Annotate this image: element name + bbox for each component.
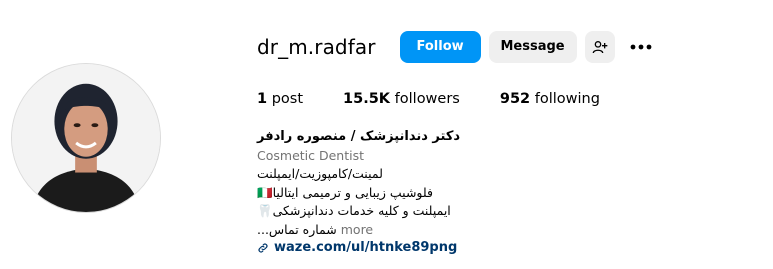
profile-stats: 1 post 15.5K followers 952 following — [257, 91, 640, 107]
bio-link-text: waze.com/ul/htnke89png — [274, 240, 458, 255]
avatar-photo — [12, 64, 160, 212]
similar-accounts-button[interactable] — [584, 30, 615, 63]
person-add-icon — [592, 40, 607, 53]
bio-line-3: ایمپلنت و کلیه خدمات دندانپزشکی🦷 — [257, 203, 451, 218]
following-count: 952 — [499, 91, 531, 107]
bio-line-4-row: شماره تماس... more — [257, 221, 557, 240]
followers-stat[interactable]: 15.5K followers — [343, 91, 460, 107]
profile-bio: دکتر دندانپزشک / منصوره رادفر Cosmetic D… — [257, 128, 557, 258]
three-dots-icon — [630, 44, 651, 49]
profile-header-row: dr_m.radfar Follow Message — [257, 30, 657, 63]
more-link[interactable]: more — [337, 222, 373, 237]
follow-button[interactable]: Follow — [399, 30, 481, 63]
category-label: Cosmetic Dentist — [257, 147, 365, 163]
profile-avatar[interactable] — [11, 63, 161, 213]
following-stat[interactable]: 952 following — [500, 91, 600, 107]
bio-line-1: لمینت/کامپوزیت/ایمپلنت — [257, 166, 383, 181]
bio-link[interactable]: waze.com/ul/htnke89png — [257, 239, 557, 258]
chain-link-icon — [258, 243, 268, 253]
followers-count: 15.5K — [343, 91, 391, 107]
followers-label: followers — [394, 91, 460, 107]
bio-line-2: فلوشیپ زیبایی و ترمیمی ایتالیا🇮🇹 — [257, 184, 434, 200]
posts-count: 1 — [257, 91, 268, 107]
more-options-button[interactable] — [625, 31, 657, 63]
username: dr_m.radfar — [257, 34, 376, 59]
message-button[interactable]: Message — [488, 30, 577, 63]
posts-stat: 1 post — [257, 91, 303, 107]
bio-line-4: شماره تماس... — [257, 221, 337, 237]
posts-label: post — [271, 91, 304, 107]
following-label: following — [534, 91, 600, 107]
display-name: دکتر دندانپزشک / منصوره رادفر — [257, 129, 461, 144]
